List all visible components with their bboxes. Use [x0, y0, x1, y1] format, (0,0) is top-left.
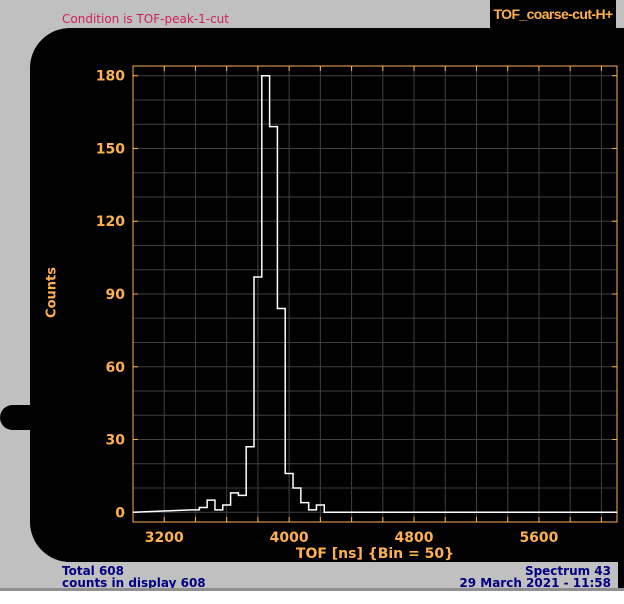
- histogram-bin: [246, 447, 254, 512]
- x-tick-label: 4800: [395, 530, 434, 546]
- histogram-bin: [285, 473, 293, 512]
- histogram-bin: [254, 277, 262, 512]
- histogram-bin: [262, 76, 270, 513]
- bottom-strip: [0, 588, 624, 604]
- y-tick-label: 180: [96, 69, 125, 85]
- histogram-bin: [293, 488, 301, 512]
- histogram-bin: [223, 505, 231, 512]
- histogram-bin: [301, 503, 309, 513]
- x-tick-label: 4000: [270, 530, 309, 546]
- y-tick-label: 90: [106, 287, 126, 303]
- y-tick-label: 150: [96, 141, 125, 157]
- y-axis-label: Counts: [44, 267, 60, 318]
- histogram-plot[interactable]: 0 30 60 90 120 150 180 3200 4000 4800 5600 TOF [ns]…: [0, 0, 624, 604]
- x-axis-label: TOF [ns] {Bin = 50}: [296, 546, 454, 562]
- histogram-bin: [270, 127, 278, 513]
- histogram-bin: [238, 495, 246, 512]
- histogram-bin: [309, 510, 317, 512]
- x-tick-label: 5600: [519, 530, 558, 546]
- histogram-bin: [199, 507, 207, 512]
- histogram-bin: [192, 510, 200, 512]
- histogram-bin: [215, 510, 223, 512]
- y-tick-label: 0: [115, 505, 125, 521]
- y-tick-label: 120: [96, 214, 125, 230]
- y-tick-label: 30: [106, 433, 126, 449]
- histogram-bin: [277, 309, 285, 513]
- x-tick-label: 3200: [145, 530, 184, 546]
- histogram-bin: [231, 493, 239, 512]
- y-tick-label: 60: [106, 360, 126, 376]
- histogram-bin: [207, 500, 215, 512]
- histogram-bin: [316, 505, 324, 512]
